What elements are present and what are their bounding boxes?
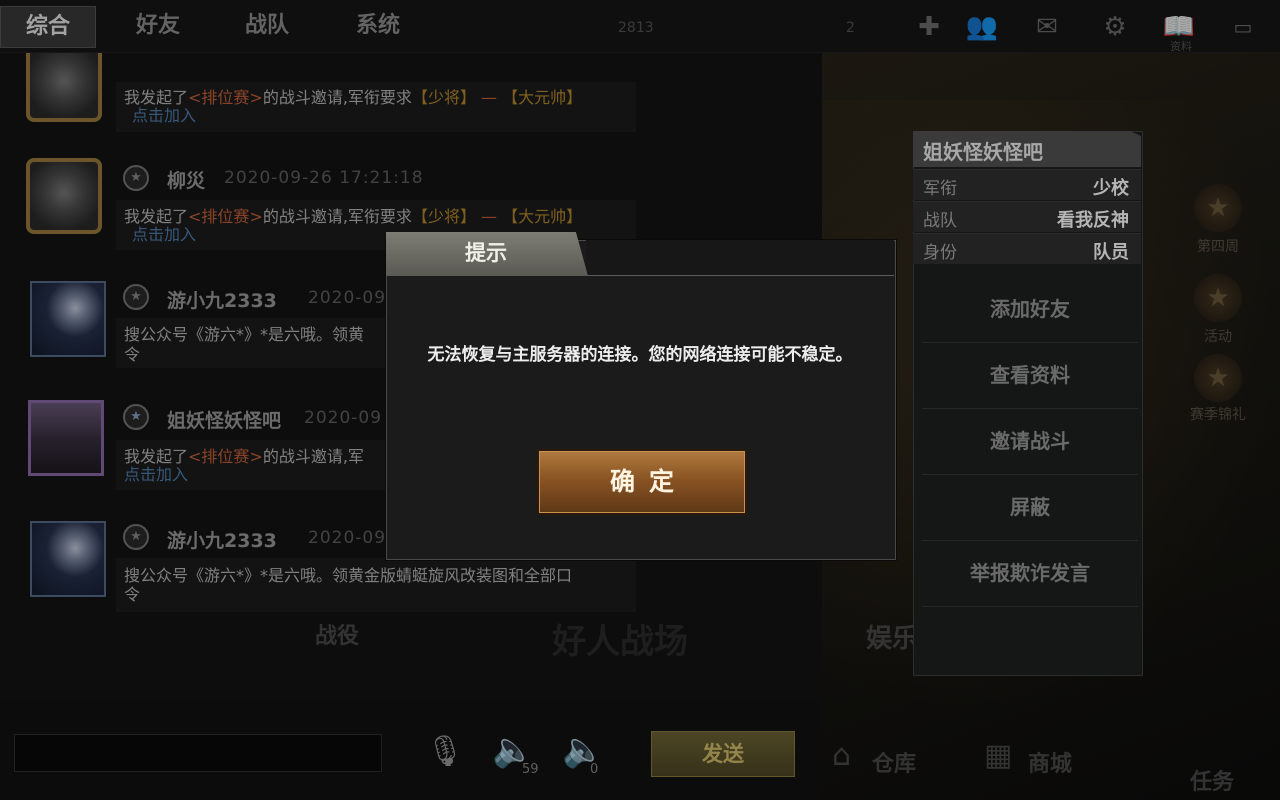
add-friend-button[interactable]: 添加好友 <box>922 276 1138 343</box>
profile-key: 军衔 <box>923 179 957 199</box>
dialog-message: 无法恢复与主服务器的连接。您的网络连接可能不稳定。 <box>427 345 853 365</box>
report-button[interactable]: 举报欺诈发言 <box>922 540 1138 607</box>
dialog-title: 提示 <box>465 241 507 265</box>
profile-row-role: 身份 队员 <box>913 233 1141 264</box>
profile-value: 少校 <box>1093 178 1129 199</box>
profile-name: 姐妖怪妖怪吧 <box>923 140 1043 164</box>
profile-row-team: 战队 看我反神 <box>913 201 1141 232</box>
profile-key: 身份 <box>923 243 957 263</box>
block-button[interactable]: 屏蔽 <box>922 474 1138 541</box>
profile-value: 看我反神 <box>1057 210 1129 231</box>
invite-battle-button[interactable]: 邀请战斗 <box>922 408 1138 475</box>
profile-value: 队员 <box>1093 242 1129 263</box>
view-profile-button[interactable]: 查看资料 <box>922 342 1138 409</box>
profile-key: 战队 <box>923 211 957 231</box>
confirm-button[interactable]: 确定 <box>537 449 747 515</box>
dialog-header-bar <box>586 240 894 276</box>
profile-row-rank: 军衔 少校 <box>913 169 1141 200</box>
